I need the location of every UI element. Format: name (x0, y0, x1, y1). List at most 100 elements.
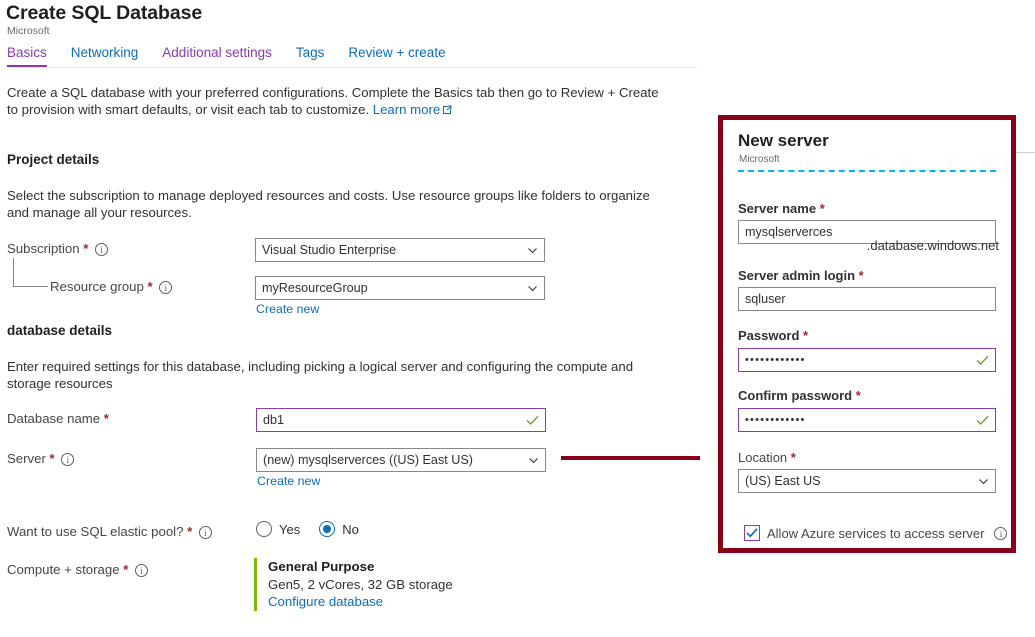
required-asterisk: * (187, 524, 193, 539)
server-dropdown[interactable]: (new) mysqlserverces ((US) East US) (256, 448, 546, 472)
chevron-down-icon (978, 476, 989, 487)
info-icon[interactable]: i (159, 281, 173, 294)
new-server-panel-body: New server Microsoft Server name * mysql… (723, 120, 1011, 548)
info-icon[interactable]: i (198, 526, 212, 539)
server-label: Server * i (7, 451, 75, 466)
required-asterisk: * (858, 268, 864, 283)
password-label-text: Password (738, 328, 800, 343)
tab-additional-settings[interactable]: Additional settings (162, 44, 285, 67)
tab-tags[interactable]: Tags (296, 44, 338, 67)
external-link-icon (442, 102, 452, 119)
required-asterisk: * (790, 450, 796, 465)
location-label: Location * (738, 450, 796, 465)
required-asterisk: * (855, 388, 861, 403)
resource-group-value: myResourceGroup (262, 281, 368, 295)
project-details-heading: Project details (7, 152, 100, 167)
server-name-label-text: Server name (738, 201, 817, 216)
tab-bar: Basics Networking Additional settings Ta… (0, 44, 700, 68)
allow-azure-checkbox[interactable] (744, 525, 760, 541)
server-name-value: mysqlserverces (745, 225, 833, 239)
server-admin-login-input[interactable]: sqluser (738, 287, 996, 311)
subscription-label: Subscription * i (7, 241, 109, 256)
resource-group-label-text: Resource group (50, 279, 144, 294)
chevron-down-icon (527, 283, 538, 294)
confirm-password-input[interactable]: •••••••••••• (738, 408, 996, 432)
valid-checkmark-icon (976, 415, 989, 426)
elastic-pool-label: Want to use SQL elastic pool? * i (7, 524, 212, 539)
elastic-pool-radio-group: Yes No (256, 521, 371, 537)
tab-bar-divider (7, 67, 697, 68)
chevron-down-icon (528, 455, 539, 466)
required-asterisk: * (803, 328, 809, 343)
password-input[interactable]: •••••••••••• (738, 348, 996, 372)
resource-group-label: Resource group * i (50, 279, 173, 294)
info-icon[interactable]: i (95, 243, 109, 256)
database-name-input[interactable]: db1 (256, 408, 546, 432)
chevron-down-icon (527, 245, 538, 256)
confirm-password-value: •••••••••••• (745, 414, 806, 426)
resource-group-dropdown[interactable]: myResourceGroup (255, 276, 545, 300)
resource-group-create-new-link[interactable]: Create new (256, 302, 319, 316)
password-value: •••••••••••• (745, 354, 806, 366)
required-asterisk: * (123, 562, 129, 577)
annotation-line (561, 456, 700, 460)
database-name-value: db1 (263, 413, 285, 427)
password-label: Password * (738, 328, 808, 343)
required-asterisk: * (83, 241, 89, 256)
location-label-text: Location (738, 450, 788, 465)
subscription-label-text: Subscription (7, 241, 80, 256)
compute-storage-label-text: Compute + storage (7, 562, 120, 577)
required-asterisk: * (147, 279, 153, 294)
new-server-publisher: Microsoft (739, 154, 780, 165)
location-value: (US) East US (745, 474, 821, 488)
valid-checkmark-icon (976, 355, 989, 366)
database-details-heading: database details (7, 323, 113, 338)
subscription-value: Visual Studio Enterprise (262, 243, 397, 257)
page-publisher: Microsoft (7, 25, 50, 37)
compute-tier-name: General Purpose (268, 559, 375, 574)
server-create-new-link[interactable]: Create new (257, 474, 320, 488)
database-details-description: Enter required settings for this databas… (7, 359, 634, 391)
database-name-label: Database name * (7, 411, 109, 426)
subscription-dropdown[interactable]: Visual Studio Enterprise (255, 238, 545, 262)
server-name-label: Server name * (738, 201, 825, 216)
new-server-panel: New server Microsoft Server name * mysql… (718, 115, 1016, 553)
tab-networking[interactable]: Networking (71, 44, 152, 67)
create-sql-database-form: Create SQL Database Microsoft Basics Net… (0, 0, 712, 637)
configure-database-link[interactable]: Configure database (268, 593, 453, 611)
new-server-title: New server (738, 131, 829, 150)
tab-review-create[interactable]: Review + create (348, 44, 458, 67)
intro-description: Create a SQL database with your preferre… (7, 84, 667, 119)
valid-checkmark-icon (526, 415, 539, 426)
compute-storage-label: Compute + storage * i (7, 562, 149, 577)
project-details-description: Select the subscription to manage deploy… (7, 188, 650, 220)
required-asterisk: * (819, 201, 825, 216)
tab-basics[interactable]: Basics (7, 44, 60, 67)
radio-no[interactable] (319, 521, 336, 537)
info-icon[interactable]: i (61, 453, 75, 466)
allow-azure-label[interactable]: Allow Azure services to access server (767, 526, 984, 541)
allow-azure-services-row: Allow Azure services to access server i (744, 525, 1008, 541)
radio-yes-label[interactable]: Yes (279, 522, 300, 537)
resource-group-tree-connector (13, 258, 48, 287)
location-dropdown[interactable]: (US) East US (738, 469, 996, 493)
database-name-label-text: Database name (7, 411, 101, 426)
info-icon[interactable]: i (994, 526, 1008, 540)
elastic-pool-label-text: Want to use SQL elastic pool? (7, 524, 184, 539)
info-icon[interactable]: i (135, 564, 149, 577)
learn-more-link[interactable]: Learn more (373, 102, 440, 117)
required-asterisk: * (49, 451, 55, 466)
server-value: (new) mysqlserverces ((US) East US) (263, 453, 473, 467)
confirm-password-label: Confirm password * (738, 388, 861, 403)
confirm-password-label-text: Confirm password (738, 388, 853, 403)
radio-no-label[interactable]: No (342, 522, 359, 537)
compute-storage-summary: General Purpose Gen5, 2 vCores, 32 GB st… (254, 558, 453, 611)
required-asterisk: * (103, 411, 109, 426)
page-title: Create SQL Database (6, 2, 203, 24)
radio-yes[interactable] (256, 521, 272, 537)
server-admin-login-label: Server admin login * (738, 268, 864, 283)
server-admin-login-label-text: Server admin login (738, 268, 856, 283)
server-label-text: Server (7, 451, 46, 466)
compute-specs-text: Gen5, 2 vCores, 32 GB storage (268, 576, 453, 592)
intro-text: Create a SQL database with your preferre… (7, 85, 659, 117)
